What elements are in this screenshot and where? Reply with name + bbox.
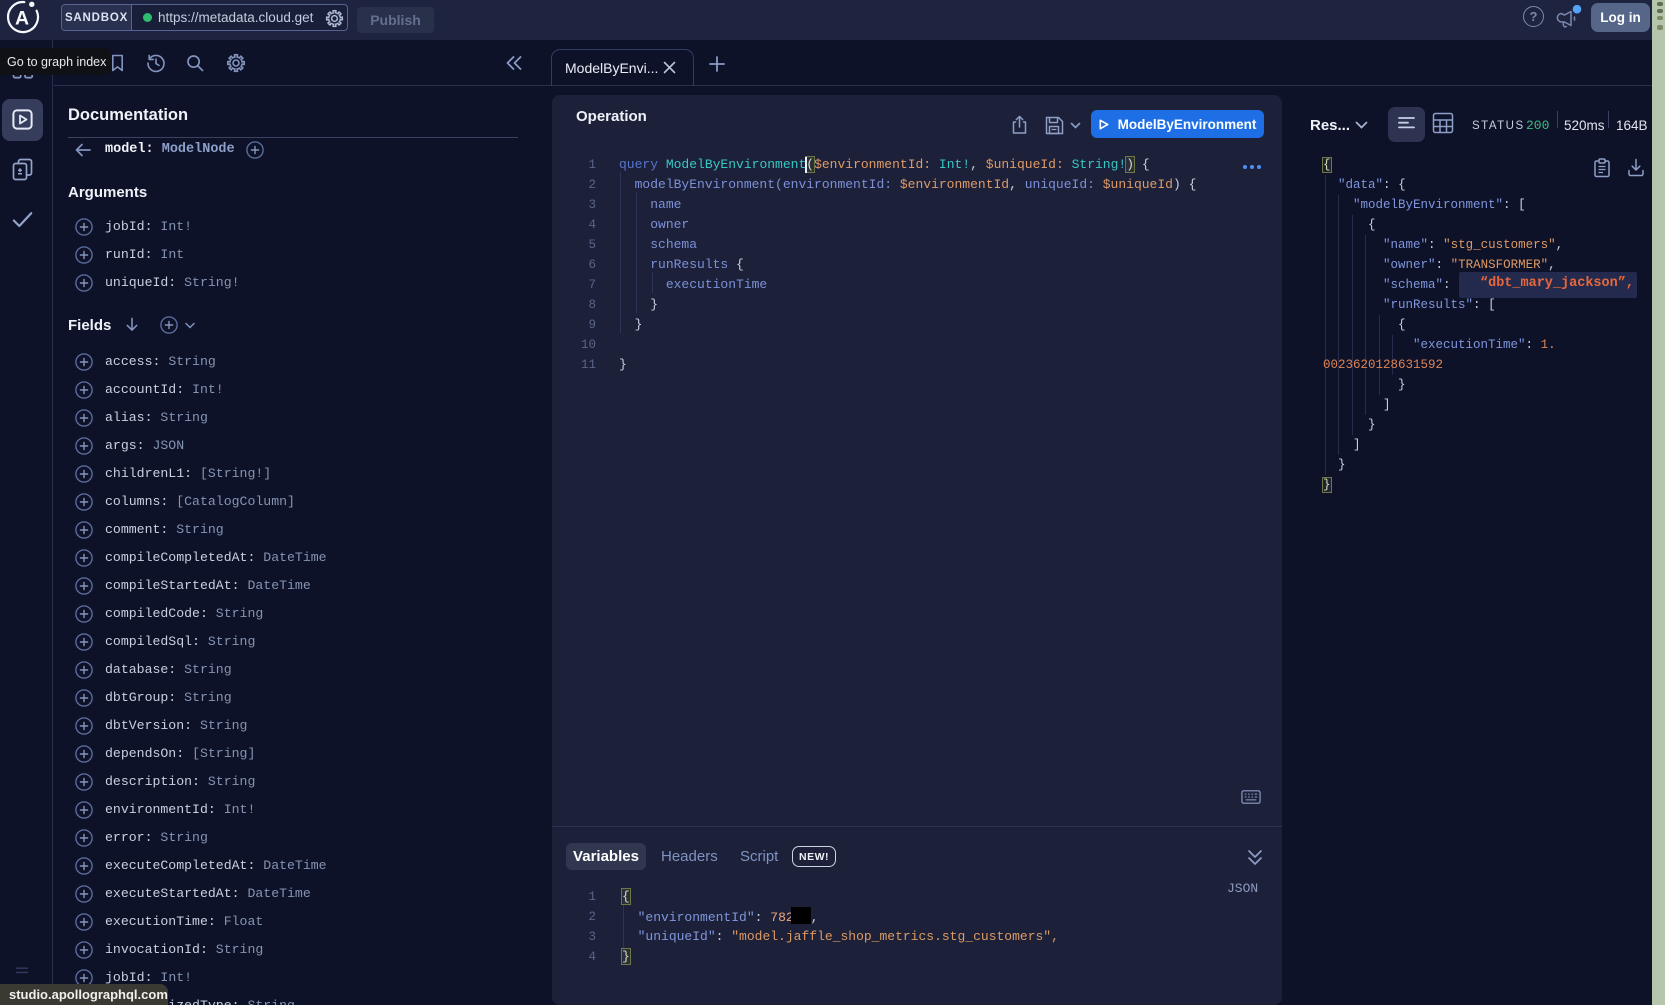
svg-text:A: A bbox=[15, 8, 29, 30]
